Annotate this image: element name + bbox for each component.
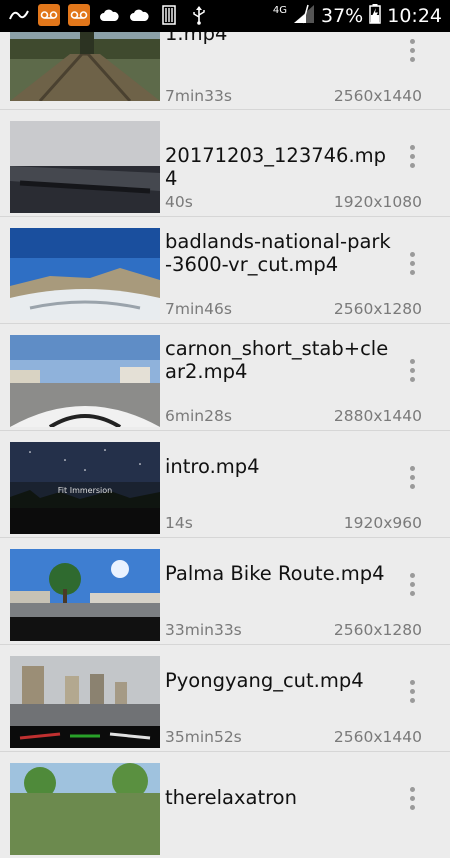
storage-icon: [158, 4, 180, 26]
video-item[interactable]: therelaxatron: [0, 752, 450, 858]
more-options-icon[interactable]: [408, 678, 416, 704]
video-thumbnail[interactable]: [10, 228, 160, 320]
video-thumbnail[interactable]: [10, 549, 160, 641]
clock: 10:24: [387, 5, 442, 27]
app-icon: [8, 4, 30, 26]
more-options-icon[interactable]: [408, 785, 416, 811]
voicemail-icon: [68, 4, 90, 26]
network-type: 4G: [272, 4, 287, 16]
video-item[interactable]: Pyongyang_cut.mp4 35min52s 2560x1440: [0, 645, 450, 752]
video-title: 20171203_123746.mp4: [165, 144, 387, 190]
video-item[interactable]: Fit Immersion intro.mp4 14s 1920x960: [0, 431, 450, 538]
video-item[interactable]: carnon_short_stab+clear2.mp4 6min28s 288…: [0, 324, 450, 431]
video-resolution: 1920x1080: [333, 193, 422, 211]
video-duration: 33min33s: [165, 621, 242, 639]
video-resolution: 2880x1440: [333, 407, 422, 425]
video-item[interactable]: 20171203_123746.mp4 40s 1920x1080: [0, 110, 450, 217]
more-options-icon[interactable]: [408, 37, 416, 63]
voicemail-icon: [38, 4, 60, 26]
video-title: badlands-national-park-3600-vr_cut.mp4: [165, 230, 391, 276]
video-duration: 7min33s: [165, 87, 232, 105]
more-options-icon[interactable]: [408, 571, 416, 597]
video-duration: 35min52s: [165, 728, 242, 746]
signal-icon: [293, 4, 315, 29]
video-thumbnail[interactable]: [10, 656, 160, 748]
cloud-icon: [128, 4, 150, 26]
video-resolution: 2560x1280: [333, 300, 422, 318]
usb-icon: [188, 4, 210, 26]
video-thumbnail[interactable]: [10, 335, 160, 427]
video-title: Pyongyang_cut.mp4: [165, 669, 364, 692]
video-title: carnon_short_stab+clear2.mp4: [165, 337, 389, 383]
video-resolution: 1920x960: [343, 514, 422, 532]
video-thumbnail[interactable]: [10, 763, 160, 855]
video-thumbnail[interactable]: Fit Immersion: [10, 442, 160, 534]
video-thumbnail[interactable]: [10, 121, 160, 213]
cloud-icon: [98, 4, 120, 26]
video-title: Palma Bike Route.mp4: [165, 562, 385, 585]
video-duration: 7min46s: [165, 300, 232, 318]
video-item[interactable]: Palma Bike Route.mp4 33min33s 2560x1280: [0, 538, 450, 645]
video-title: intro.mp4: [165, 455, 260, 478]
video-title: therelaxatron: [165, 786, 297, 809]
video-resolution: 2560x1280: [333, 621, 422, 639]
battery-percent: 37%: [321, 5, 364, 27]
battery-icon: [369, 3, 381, 29]
more-options-icon[interactable]: [408, 464, 416, 490]
more-options-icon[interactable]: [408, 143, 416, 169]
more-options-icon[interactable]: [408, 250, 416, 276]
video-duration: 40s: [165, 193, 193, 211]
video-item[interactable]: badlands-national-park-3600-vr_cut.mp4 7…: [0, 217, 450, 324]
video-duration: 14s: [165, 514, 193, 532]
video-resolution: 2560x1440: [333, 728, 422, 746]
video-resolution: 2560x1440: [333, 87, 422, 105]
thumbnail-caption: Fit Immersion: [57, 486, 113, 495]
more-options-icon[interactable]: [408, 357, 416, 383]
status-bar: 4G 37% 10:24: [0, 0, 450, 32]
video-duration: 6min28s: [165, 407, 232, 425]
